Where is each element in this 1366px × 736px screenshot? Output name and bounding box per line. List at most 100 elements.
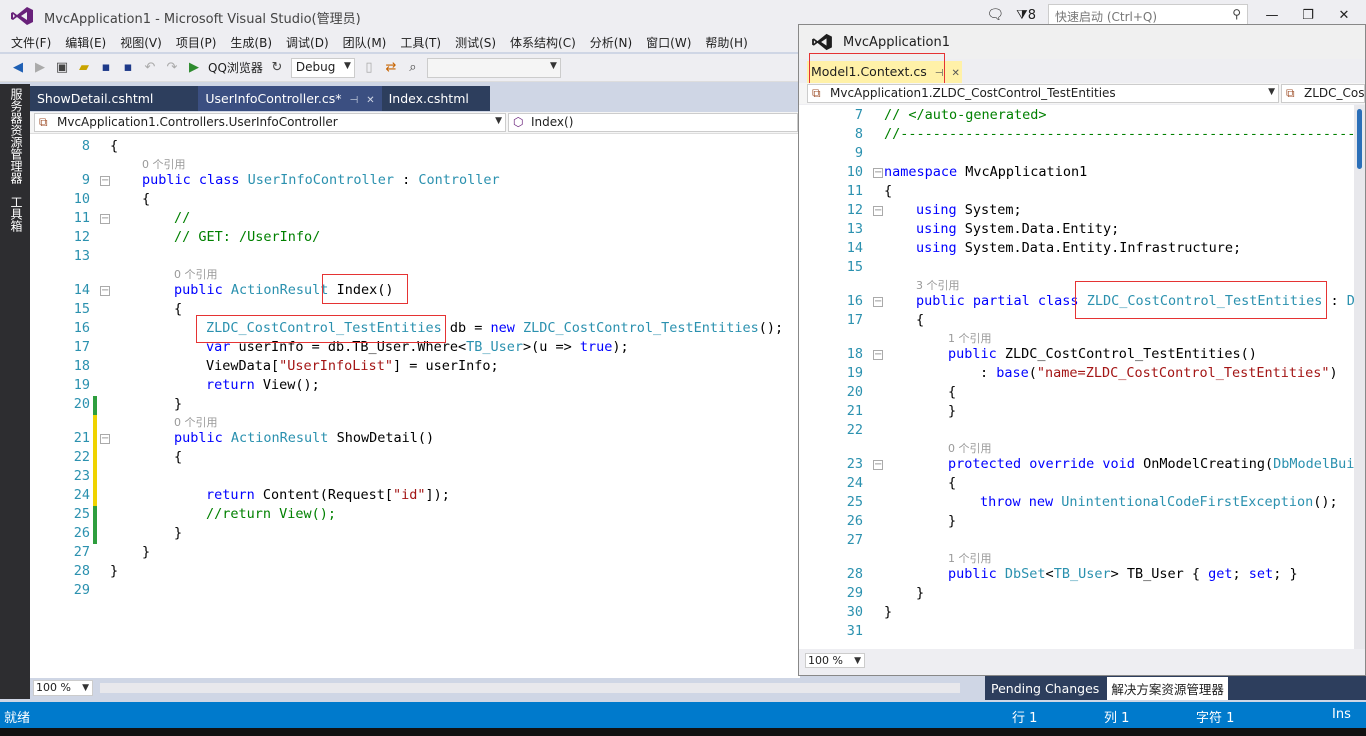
save-icon[interactable]: ▪	[98, 60, 114, 75]
left-zoom-dropdown[interactable]: 100 % ▼	[33, 680, 93, 696]
floating-editor-window: MvcApplication1 Model1.Context.cs ⊣ ✕ ⧉ Mvc…	[798, 24, 1366, 676]
menu-debug[interactable]: 调试(D)	[279, 32, 336, 52]
tab-showdetail-cshtml[interactable]: ShowDetail.cshtml	[30, 86, 160, 111]
line-number: 22	[846, 422, 863, 438]
close-tab-icon[interactable]: ✕	[952, 68, 960, 79]
line-number: 15	[846, 259, 863, 275]
member-dropdown[interactable]: ⬡ Index()	[508, 113, 798, 132]
forward-icon[interactable]: ▶	[32, 60, 48, 75]
code-line: }	[948, 403, 957, 419]
refresh-icon[interactable]: ↻	[269, 60, 285, 75]
maximize-button[interactable]: ❐	[1296, 8, 1320, 23]
find-icon[interactable]: ⌕	[405, 60, 421, 75]
class-dropdown[interactable]: ⧉ MvcApplication1.Controllers.UserInfoCon…	[34, 113, 506, 132]
class-dropdown[interactable]: ⧉ MvcApplication1.ZLDC_CostControl_TestEn…	[807, 84, 1279, 103]
collapse-icon[interactable]: −	[100, 286, 110, 296]
menu-tools[interactable]: 工具(T)	[393, 32, 448, 52]
configuration-dropdown[interactable]: Debug ▼	[290, 57, 355, 78]
collapse-icon[interactable]: −	[873, 206, 883, 216]
visual-studio-logo-icon	[11, 7, 33, 25]
right-zoom-dropdown[interactable]: 100 % ▼	[805, 653, 865, 668]
left-code-editor[interactable]: 8 9 10 11 12 13 14 15 16 17 18 19 20 21 …	[30, 134, 800, 678]
menu-test[interactable]: 测试(S)	[448, 32, 503, 52]
line-number: 11	[846, 183, 863, 199]
tab-solution-explorer[interactable]: 解决方案资源管理器	[1107, 676, 1228, 700]
menu-edit[interactable]: 编辑(E)	[58, 32, 113, 52]
menu-project[interactable]: 项目(P)	[169, 32, 224, 52]
menu-build[interactable]: 生成(B)	[223, 32, 279, 52]
line-number: 8	[81, 138, 90, 154]
menu-file[interactable]: 文件(F)	[4, 32, 58, 52]
menu-analyze[interactable]: 分析(N)	[583, 32, 639, 52]
reference-count[interactable]: 3 个引用	[916, 277, 960, 293]
line-number: 18	[73, 358, 90, 374]
reference-count[interactable]: 0 个引用	[174, 414, 218, 430]
tab-pending-changes[interactable]: Pending Changes	[987, 679, 1103, 698]
code-line: public DbSet<TB_User> TB_User { get; set…	[948, 566, 1298, 582]
scroll-thumb[interactable]	[1357, 109, 1362, 169]
close-button[interactable]: ✕	[1332, 8, 1356, 23]
reference-count[interactable]: 0 个引用	[142, 156, 186, 172]
collapse-icon[interactable]: −	[100, 176, 110, 186]
side-tool-strip: 服务器资源管理器 工具箱	[0, 84, 30, 699]
tab-userinfocontroller-cs[interactable]: UserInfoController.cs* ⊣ ✕	[198, 86, 382, 111]
collapse-icon[interactable]: −	[100, 214, 110, 224]
notification-count: 8	[1027, 7, 1036, 23]
collapse-icon[interactable]: −	[873, 297, 883, 307]
feedback-icon[interactable]: 🗨	[986, 7, 1004, 23]
line-number: 31	[846, 623, 863, 639]
collapse-icon[interactable]: −	[873, 168, 883, 178]
class-value: MvcApplication1.Controllers.UserInfoCont…	[57, 115, 338, 129]
quick-launch-input[interactable]: 快速启动 (Ctrl+Q) ⚲	[1048, 4, 1248, 26]
menu-view[interactable]: 视图(V)	[113, 32, 169, 52]
back-icon[interactable]: ◀	[10, 60, 26, 75]
redo-icon[interactable]: ↷	[164, 60, 180, 75]
taskbar	[0, 728, 1366, 736]
line-number: 17	[73, 339, 90, 355]
reference-count[interactable]: 1 个引用	[948, 550, 992, 566]
pin-icon[interactable]: ⊣	[350, 95, 359, 106]
menu-window[interactable]: 窗口(W)	[639, 32, 698, 52]
new-project-icon[interactable]: ▣	[54, 60, 70, 75]
collapse-icon[interactable]: −	[873, 460, 883, 470]
attach-icon[interactable]: ▯	[361, 60, 377, 75]
line-number: 10	[846, 164, 863, 180]
undo-icon[interactable]: ↶	[142, 60, 158, 75]
browser-link-icon[interactable]: ⇄	[383, 60, 399, 75]
member-dropdown[interactable]: ⧉ ZLDC_CostC	[1281, 84, 1365, 103]
menu-architecture[interactable]: 体系结构(C)	[503, 32, 583, 52]
class-icon: ⧉	[1286, 86, 1295, 100]
open-file-icon[interactable]: ▰	[76, 60, 92, 75]
line-number: 15	[73, 301, 90, 317]
method-icon: ⬡	[513, 115, 524, 129]
close-tab-icon[interactable]: ✕	[366, 95, 374, 106]
toolbox-tab[interactable]: 工具箱	[8, 196, 25, 232]
line-number: 16	[73, 320, 90, 336]
reference-count[interactable]: 1 个引用	[948, 330, 992, 346]
reference-count[interactable]: 0 个引用	[174, 266, 218, 282]
server-explorer-tab[interactable]: 服务器资源管理器	[8, 88, 25, 184]
search-combo[interactable]: ▼	[426, 57, 561, 78]
menu-team[interactable]: 团队(M)	[336, 32, 394, 52]
code-line: {	[948, 475, 957, 491]
collapse-icon[interactable]: −	[873, 350, 883, 360]
minimize-button[interactable]: —	[1260, 8, 1284, 23]
browser-selector[interactable]: QQ浏览器	[208, 59, 263, 76]
line-number: 25	[846, 494, 863, 510]
save-all-icon[interactable]: ▪	[120, 60, 136, 75]
reference-count[interactable]: 0 个引用	[948, 440, 992, 456]
code-line: public ActionResult ShowDetail()	[174, 430, 435, 446]
chevron-down-icon: ▼	[549, 60, 557, 71]
configuration-value: Debug	[295, 59, 336, 74]
left-horizontal-scrollbar[interactable]	[100, 683, 960, 693]
code-line: public ZLDC_CostControl_TestEntities()	[948, 346, 1257, 362]
notifications-icon[interactable]: ⧩8	[1016, 8, 1036, 23]
collapse-icon[interactable]: −	[100, 434, 110, 444]
start-debug-icon[interactable]: ▶	[186, 60, 202, 75]
tab-index-cshtml[interactable]: Index.cshtml	[382, 86, 476, 111]
right-vertical-scrollbar[interactable]	[1354, 105, 1365, 649]
highlight-box	[809, 53, 945, 85]
menu-help[interactable]: 帮助(H)	[698, 32, 754, 52]
line-number: 14	[846, 240, 863, 256]
right-code-editor[interactable]: 7 8 9 10 11 12 13 14 15 16 17 18 19 20 2…	[799, 105, 1365, 649]
